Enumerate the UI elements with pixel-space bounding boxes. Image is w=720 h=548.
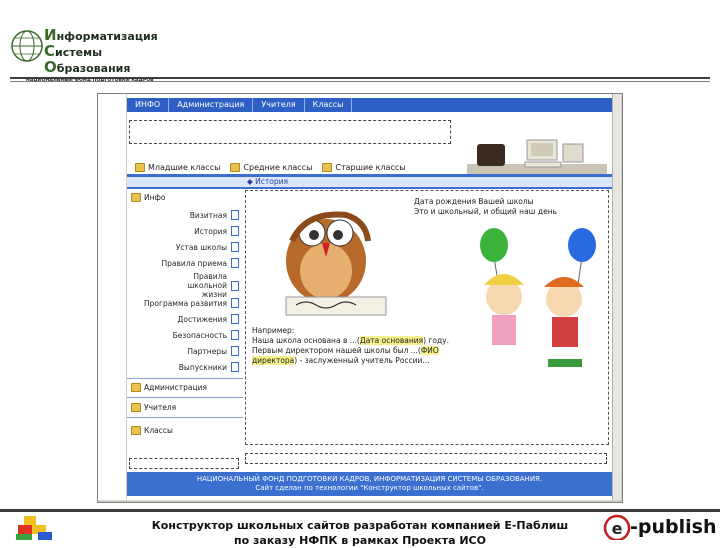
breadcrumb: ◆ История (247, 177, 288, 186)
nav-tab-classes[interactable]: Классы (305, 98, 353, 112)
folder-icon (135, 162, 145, 172)
footer-placeholder-right (245, 453, 607, 464)
page-icon (231, 298, 239, 308)
folder-icon (131, 403, 141, 412)
page-icon (231, 210, 239, 220)
school-site-screenshot: ИНФО Администрация Учителя Классы Младши… (127, 94, 612, 500)
scrollbar[interactable] (612, 94, 621, 500)
folder-icon (131, 193, 141, 202)
menu-item[interactable]: Правила школьной жизни (169, 272, 239, 299)
folder-icon (322, 162, 333, 172)
menu-section-classes[interactable]: Классы (131, 426, 173, 435)
site-banner (127, 114, 612, 176)
e-globe-icon: e (603, 514, 631, 540)
menu-divider (127, 417, 243, 418)
nav-tab-info[interactable]: ИНФО (127, 98, 170, 112)
sub-tab-senior[interactable]: Старшие классы (322, 160, 406, 174)
main-nav: ИНФО Администрация Учителя Классы (127, 98, 612, 112)
blue-divider (127, 187, 612, 189)
menu-section-administration[interactable]: Администрация (131, 383, 207, 392)
blocks-logo-icon (16, 516, 52, 540)
menu-item[interactable]: Партнеры (187, 346, 239, 356)
epublish-logo: e -publish (602, 514, 716, 540)
menu-item[interactable]: Правила приема (162, 258, 239, 268)
menu-item[interactable]: Программа развития (144, 298, 239, 308)
nav-tab-administration[interactable]: Администрация (169, 98, 254, 112)
footer-placeholder-left (129, 458, 239, 469)
menu-item[interactable]: История (194, 226, 239, 236)
page-icon (231, 280, 239, 291)
globe-icon (11, 30, 43, 62)
epublish-prefix: e (612, 519, 623, 538)
sub-tab-middle[interactable]: Средние классы (230, 160, 312, 174)
page-icon (231, 346, 239, 356)
breadcrumb-bar: ◆ История (127, 177, 612, 187)
menu-item[interactable]: Достижения (178, 314, 239, 324)
top-divider (10, 77, 710, 79)
page-icon (231, 258, 239, 268)
page-icon (231, 314, 239, 324)
birth-date-text: Дата рождения Вашей школы Это и школьный… (414, 197, 558, 216)
page-icon (231, 362, 239, 372)
site-footer: НАЦИОНАЛЬНЫЙ ФОНД ПОДГОТОВКИ КАДРОВ, ИНФ… (127, 472, 612, 496)
sub-tab-junior[interactable]: Младшие классы (135, 160, 220, 174)
banner-placeholder (129, 120, 451, 144)
folder-icon (131, 383, 141, 392)
page-icon (231, 242, 239, 252)
bottom-caption: Конструктор школьных сайтов разработан к… (151, 519, 569, 547)
date-placeholder: Дата основания (359, 336, 424, 345)
page-icon (231, 226, 239, 236)
menu-item[interactable]: Выпускники (179, 362, 239, 372)
content-area: Дата рождения Вашей школы Это и школьный… (245, 190, 609, 445)
page-icon (231, 330, 239, 340)
menu-section-teachers[interactable]: Учителя (131, 403, 176, 412)
menu-divider (127, 378, 243, 379)
menu-item[interactable]: Визитная (190, 210, 239, 220)
folder-icon (131, 426, 141, 435)
menu-section-info[interactable]: Инфо (131, 193, 166, 202)
bottom-divider (0, 509, 720, 512)
epublish-wordmark: -publish (630, 516, 717, 538)
sub-nav: Младшие классы Средние классы Старшие кл… (127, 160, 612, 174)
kids-balloons-illustration (480, 228, 596, 367)
owl-illustration (285, 211, 387, 316)
menu-divider (127, 397, 243, 398)
nav-tab-teachers[interactable]: Учителя (253, 98, 305, 112)
example-text: Например: Наша школа основана в ...(Дата… (252, 326, 450, 365)
logo-line-3: Образования (44, 58, 131, 76)
menu-item[interactable]: Безопасность (173, 330, 239, 340)
screenshot-left-margin (98, 94, 126, 500)
folder-icon (230, 162, 241, 172)
left-menu: Инфо Визитная История Устав школы Правил… (127, 190, 243, 445)
top-divider-thin (10, 81, 710, 82)
menu-item[interactable]: Устав школы (176, 242, 239, 252)
